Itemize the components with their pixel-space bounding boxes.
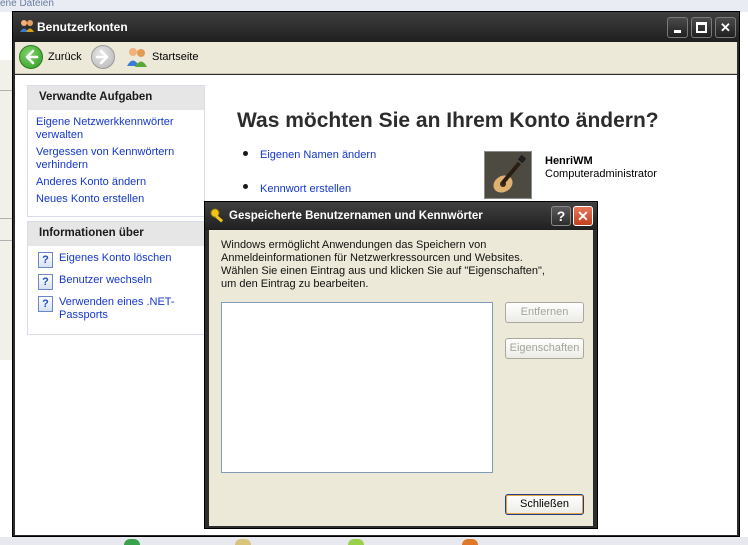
- home-label: Startseite: [152, 51, 199, 63]
- bullet-icon: [243, 151, 248, 156]
- help-icon: ?: [38, 296, 53, 312]
- dialog-help-button[interactable]: ?: [551, 206, 571, 226]
- window-title: Benutzerkonten: [37, 20, 128, 34]
- background-window-text: ene Dateien: [0, 0, 54, 9]
- properties-button[interactable]: Eigenschaften: [505, 338, 584, 359]
- page-title: Was möchten Sie an Ihrem Konto ändern?: [237, 109, 659, 132]
- close-button[interactable]: ✕: [715, 17, 736, 38]
- link-prevent-forgotten-password[interactable]: Vergessen von Kennwörtern verhindern: [36, 146, 198, 172]
- dialog-title-bar[interactable]: Gespeicherte Benutzernamen und Kennwörte…: [205, 202, 597, 230]
- navigation-toolbar: Zurück Startseite: [15, 42, 737, 74]
- close-dialog-button[interactable]: Schließen: [505, 494, 584, 515]
- dialog-description: Windows ermöglicht Anwendungen das Speic…: [221, 239, 545, 290]
- credentials-list[interactable]: [221, 302, 493, 473]
- stored-credentials-dialog: Gespeicherte Benutzernamen und Kennwörte…: [204, 201, 598, 529]
- close-icon: ✕: [720, 20, 731, 35]
- task-change-name[interactable]: Eigenen Namen ändern: [260, 149, 376, 161]
- link-change-other-account[interactable]: Anderes Konto ändern: [36, 176, 198, 189]
- account-name: HenriWM: [545, 155, 593, 167]
- link-switch-user[interactable]: Benutzer wechseln: [59, 274, 198, 287]
- minimize-icon: [674, 30, 681, 33]
- background-taskbar-strip: [0, 537, 748, 545]
- taskbar-globe-icon[interactable]: [124, 539, 140, 545]
- forward-arrow-icon: [91, 45, 115, 69]
- link-create-account[interactable]: Neues Konto erstellen: [36, 193, 198, 206]
- help-icon: ?: [38, 274, 53, 290]
- panel-body: Eigene Netzwerkkennwörter verwalten Verg…: [28, 110, 204, 216]
- back-label: Zurück: [48, 51, 82, 63]
- help-icon: ?: [556, 208, 566, 224]
- home-button[interactable]: Startseite: [125, 45, 215, 71]
- close-icon: ✕: [577, 208, 589, 224]
- info-item[interactable]: ? Eigenes Konto löschen: [36, 252, 198, 268]
- info-item[interactable]: ? Benutzer wechseln: [36, 274, 198, 290]
- bullet-icon: [243, 184, 248, 189]
- help-icon: ?: [38, 252, 53, 268]
- account-type: Computeradministrator: [545, 168, 657, 180]
- info-item[interactable]: ? Verwenden eines .NET-Passports: [36, 296, 198, 322]
- home-users-icon: [127, 48, 147, 67]
- key-icon: [210, 208, 224, 223]
- related-tasks-panel: Verwandte Aufgaben Eigene Netzwerkkennwö…: [27, 85, 205, 217]
- taskbar-folder-icon[interactable]: [235, 539, 251, 545]
- remove-button[interactable]: Entfernen: [505, 302, 584, 323]
- info-panel: Informationen über ? Eigenes Konto lösch…: [27, 221, 205, 335]
- panel-title: Informationen über: [28, 222, 204, 246]
- panel-body: ? Eigenes Konto löschen ? Benutzer wechs…: [28, 246, 204, 334]
- task-create-password[interactable]: Kennwort erstellen: [260, 183, 351, 195]
- panel-title: Verwandte Aufgaben: [28, 86, 204, 110]
- dialog-close-button[interactable]: ✕: [573, 206, 593, 226]
- guitar-avatar-icon: [485, 152, 531, 198]
- taskbar-app-icon[interactable]: [348, 539, 364, 545]
- forward-button[interactable]: [91, 45, 115, 71]
- link-manage-passwords[interactable]: Eigene Netzwerkkennwörter verwalten: [36, 116, 198, 142]
- users-icon: [20, 20, 34, 32]
- maximize-icon: [696, 22, 707, 33]
- minimize-button[interactable]: [667, 17, 688, 38]
- window-title-bar[interactable]: Benutzerkonten ✕: [13, 12, 739, 42]
- taskbar-media-icon[interactable]: [462, 539, 478, 545]
- account-avatar[interactable]: [484, 151, 532, 199]
- link-delete-own-account[interactable]: Eigenes Konto löschen: [59, 252, 198, 265]
- maximize-button[interactable]: [691, 17, 712, 38]
- back-arrow-icon: [19, 45, 43, 69]
- link-net-passport[interactable]: Verwenden eines .NET-Passports: [59, 296, 198, 322]
- dialog-title: Gespeicherte Benutzernamen und Kennwörte…: [229, 210, 483, 222]
- dialog-body: Windows ermöglicht Anwendungen das Speic…: [209, 230, 593, 526]
